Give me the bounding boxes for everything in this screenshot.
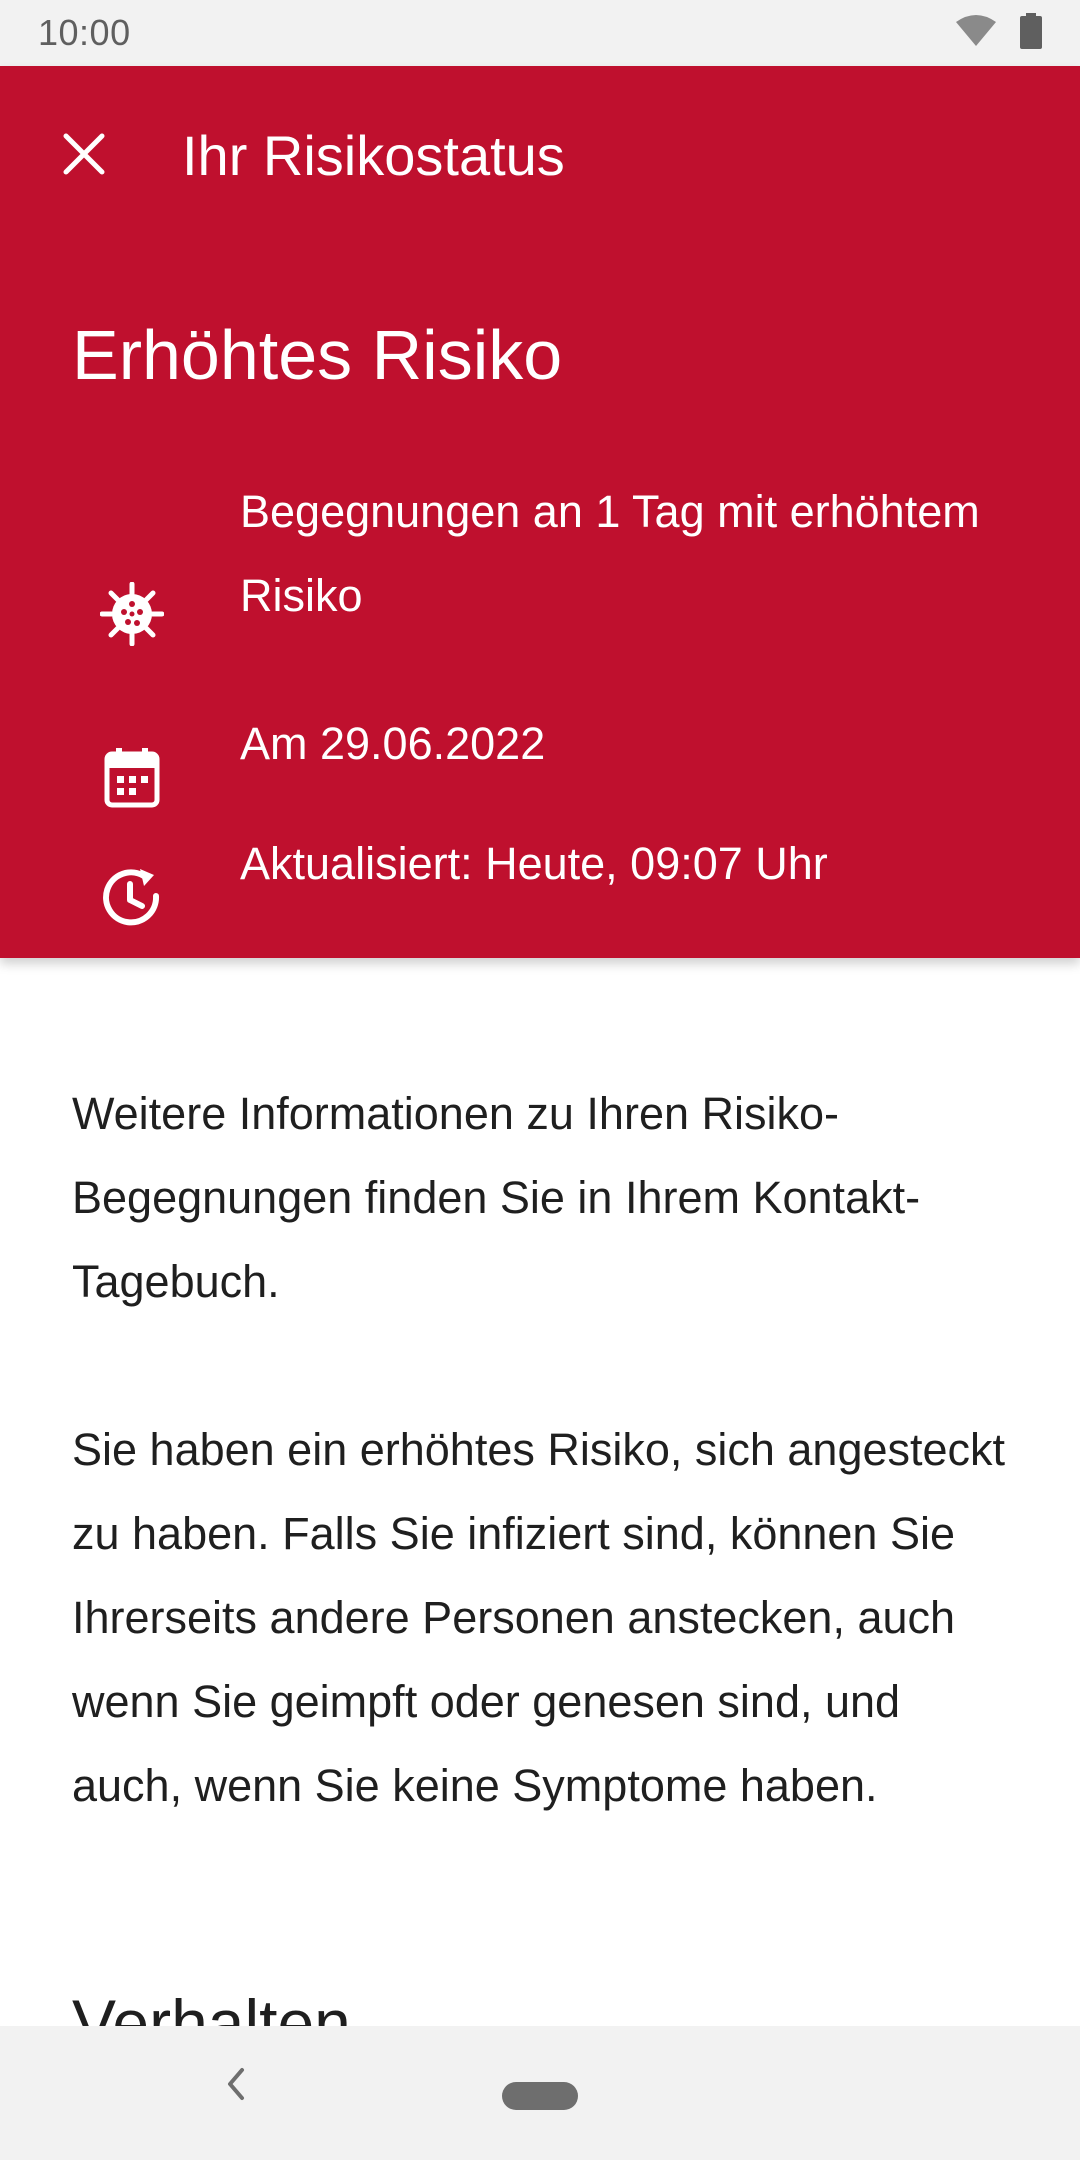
- home-pill-icon[interactable]: [502, 2082, 578, 2110]
- contact-diary-paragraph: Weitere Informationen zu Ihren Risiko-Be…: [72, 1088, 921, 1307]
- page-title: Ihr Risikostatus: [182, 124, 565, 187]
- app-bar: Ihr Risikostatus: [0, 66, 1080, 236]
- close-icon: [62, 132, 106, 181]
- status-time: 10:00: [38, 12, 131, 53]
- virus-icon: [94, 576, 170, 652]
- status-bar: 10:00: [0, 0, 1080, 66]
- back-chevron-icon: [224, 2066, 248, 2107]
- wifi-icon: [954, 14, 998, 53]
- risk-status-header: Ihr Risikostatus Erhöhtes Risiko Begegnu…: [0, 66, 1080, 958]
- date-text: Am 29.06.2022: [240, 718, 546, 769]
- navigation-bar: [0, 2026, 1080, 2160]
- encounters-text: Begegnungen an 1 Tag mit erhöhtem Risiko: [240, 486, 980, 621]
- risk-details-content: Weitere Informationen zu Ihren Risiko-Be…: [72, 1072, 1012, 1828]
- battery-icon: [1020, 12, 1042, 54]
- back-button[interactable]: [210, 2056, 262, 2116]
- status-icons: [954, 12, 1042, 54]
- risk-explanation-paragraph: Sie haben ein erhöhtes Risiko, sich ange…: [72, 1424, 1006, 1811]
- calendar-icon: [94, 740, 170, 816]
- updated-text: Aktualisiert: Heute, 09:07 Uhr: [240, 838, 828, 889]
- close-button[interactable]: [48, 120, 120, 192]
- risk-level-title: Erhöhtes Risiko: [72, 316, 563, 394]
- clock-update-icon: [94, 860, 170, 936]
